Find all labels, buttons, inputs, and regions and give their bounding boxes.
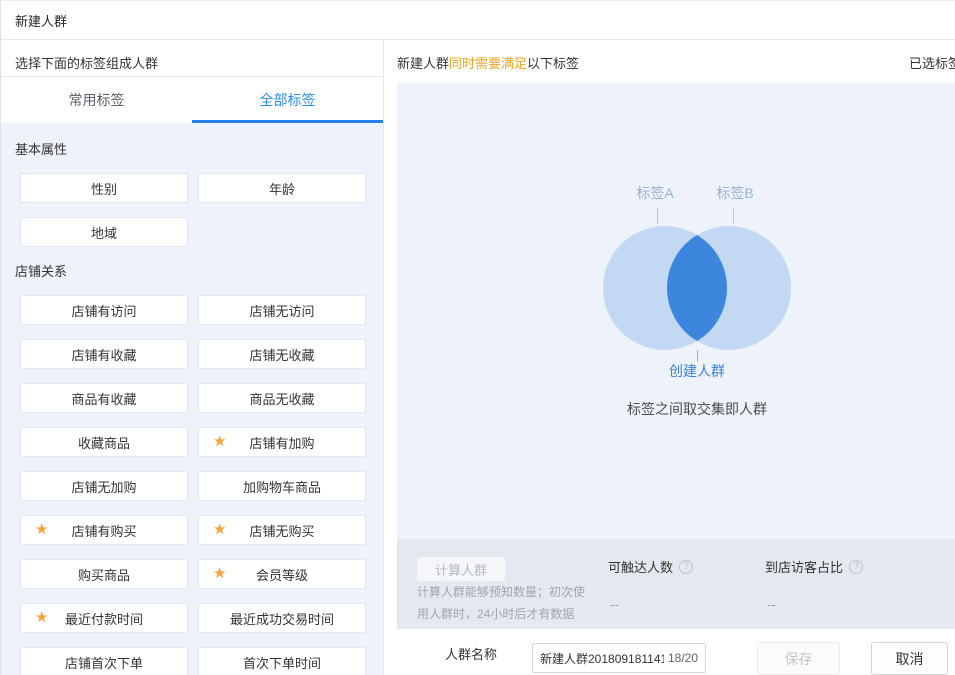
- tag-tabs: 常用标签 全部标签: [1, 76, 383, 123]
- tab-all-tags[interactable]: 全部标签: [192, 77, 383, 123]
- tag-label: 地域: [91, 223, 117, 242]
- tag-grid: 性别 年龄地域: [20, 173, 383, 247]
- tag-button[interactable]: 店铺无加购: [20, 471, 188, 501]
- tag-button[interactable]: 店铺无收藏: [198, 339, 366, 369]
- tag-button[interactable]: 店铺首次下单: [20, 647, 188, 675]
- tag-label: 店铺有收藏: [71, 345, 136, 364]
- audience-preview-panel: 新建人群同时需要满足以下标签 已选标签 标签A 标签B 创建人群: [384, 40, 955, 675]
- tag-label: 最近付款时间: [65, 609, 143, 628]
- venn-diagram: [603, 226, 791, 350]
- audience-name-label: 人群名称: [445, 644, 497, 663]
- tag-label: 店铺无访问: [249, 301, 314, 320]
- tag-button[interactable]: 店铺无访问: [198, 295, 366, 325]
- tag-button[interactable]: 商品有收藏: [20, 383, 188, 413]
- venn-result-label: 创建人群: [669, 361, 725, 381]
- preview-header: 新建人群同时需要满足以下标签 已选标签: [397, 40, 955, 83]
- tag-area: 基本属性性别 年龄地域店铺关系店铺有访问 店铺无访问店铺有收藏 店铺无收藏商品有收藏 商…: [1, 123, 383, 675]
- tag-label: 会员等级: [256, 565, 308, 584]
- create-audience-dialog: 新建人群 选择下面的标签组成人群 常用标签 全部标签 基本属性性别 年龄地域店铺关…: [0, 0, 955, 675]
- question-mark-icon[interactable]: ?: [849, 560, 863, 574]
- tag-picker-subtitle: 选择下面的标签组成人群: [1, 40, 383, 76]
- tag-button[interactable]: ★ 店铺无购买: [198, 515, 366, 545]
- audience-name-field: 18/20: [532, 643, 706, 673]
- tag-button[interactable]: 年龄: [198, 173, 366, 203]
- tag-button[interactable]: 购买商品: [20, 559, 188, 589]
- tag-button[interactable]: 店铺有访问: [20, 295, 188, 325]
- tag-label: 收藏商品: [78, 433, 130, 452]
- calculate-audience-button[interactable]: 计算人群: [417, 557, 505, 581]
- venn-label-b: 标签B: [716, 183, 753, 203]
- star-icon: ★: [213, 560, 226, 588]
- tab-common-tags[interactable]: 常用标签: [1, 77, 192, 123]
- tag-button[interactable]: 店铺有收藏: [20, 339, 188, 369]
- tag-label: 加购物车商品: [243, 477, 321, 496]
- metric-visitor-ratio-value: --: [767, 597, 776, 612]
- tag-picker-panel: 选择下面的标签组成人群 常用标签 全部标签 基本属性性别 年龄地域店铺关系店铺有访…: [1, 40, 384, 675]
- tag-button[interactable]: ★ 会员等级: [198, 559, 366, 589]
- tag-button[interactable]: 加购物车商品: [198, 471, 366, 501]
- selected-tags-label: 已选标签: [909, 53, 955, 72]
- tag-button[interactable]: 性别: [20, 173, 188, 203]
- tag-button[interactable]: 收藏商品: [20, 427, 188, 457]
- header-suffix: 以下标签: [527, 56, 579, 71]
- tag-label: 首次下单时间: [243, 653, 321, 672]
- tag-label: 店铺无收藏: [249, 345, 314, 364]
- venn-caption: 标签之间取交集即人群: [627, 399, 767, 419]
- tag-button[interactable]: 最近成功交易时间: [198, 603, 366, 633]
- tag-label: 购买商品: [78, 565, 130, 584]
- tag-label: 性别: [91, 179, 117, 198]
- tag-button[interactable]: ★ 最近付款时间: [20, 603, 188, 633]
- tag-button[interactable]: ★ 店铺有加购: [198, 427, 366, 457]
- section-title: 基本属性: [15, 139, 383, 157]
- star-icon: ★: [35, 604, 48, 632]
- dialog-titlebar: 新建人群: [1, 1, 955, 40]
- tag-button[interactable]: 地域: [20, 217, 188, 247]
- tag-label: 店铺无购买: [249, 521, 314, 540]
- venn-label-a: 标签A: [636, 183, 673, 203]
- tag-label: 商品无收藏: [249, 389, 314, 408]
- tag-label: 店铺首次下单: [65, 653, 143, 672]
- tag-label: 店铺无加购: [71, 477, 136, 496]
- header-prefix: 新建人群: [397, 56, 449, 71]
- star-icon: ★: [35, 516, 48, 544]
- tag-label: 店铺有购买: [71, 521, 136, 540]
- connector-line-b: [733, 208, 734, 224]
- dialog-body: 选择下面的标签组成人群 常用标签 全部标签 基本属性性别 年龄地域店铺关系店铺有访…: [1, 40, 955, 675]
- char-counter: 18/20: [668, 651, 698, 665]
- metric-reachable-value: --: [610, 597, 619, 612]
- tag-button[interactable]: ★ 店铺有购买: [20, 515, 188, 545]
- calc-note-line2: 用人群时，24小时后才有数据: [417, 605, 574, 622]
- metric-label-text: 可触达人数: [608, 557, 673, 576]
- tag-label: 店铺有访问: [71, 301, 136, 320]
- metric-reachable-label: 可触达人数 ?: [608, 557, 693, 576]
- venn-area: 标签A 标签B 创建人群 标签之间取交集即人群: [397, 83, 955, 539]
- save-button[interactable]: 保存: [757, 642, 840, 675]
- tag-label: 店铺有加购: [249, 433, 314, 452]
- footer-row: 人群名称 18/20 保存 取消: [397, 629, 955, 675]
- stats-band: 计算人群 计算人群能够预知数量；初次使 用人群时，24小时后才有数据 可触达人数…: [397, 539, 955, 629]
- metric-visitor-ratio-label: 到店访客占比 ?: [765, 557, 863, 576]
- audience-name-input[interactable]: [540, 651, 664, 665]
- calc-note-line1: 计算人群能够预知数量；初次使: [417, 583, 585, 600]
- tag-button[interactable]: 首次下单时间: [198, 647, 366, 675]
- header-highlight: 同时需要满足: [449, 56, 527, 71]
- dialog-title: 新建人群: [15, 11, 67, 30]
- question-mark-icon[interactable]: ?: [679, 560, 693, 574]
- tag-label: 年龄: [269, 179, 295, 198]
- cancel-button[interactable]: 取消: [871, 642, 948, 675]
- tag-button[interactable]: 商品无收藏: [198, 383, 366, 413]
- tag-label: 最近成功交易时间: [230, 609, 334, 628]
- connector-line-a: [657, 208, 658, 224]
- section-title: 店铺关系: [15, 261, 383, 279]
- tag-grid: 店铺有访问 店铺无访问店铺有收藏 店铺无收藏商品有收藏 商品无收藏收藏商品 ★ 店铺有加购…: [20, 295, 383, 675]
- metric-label-text: 到店访客占比: [765, 557, 843, 576]
- star-icon: ★: [213, 428, 226, 456]
- tag-label: 商品有收藏: [71, 389, 136, 408]
- star-icon: ★: [213, 516, 226, 544]
